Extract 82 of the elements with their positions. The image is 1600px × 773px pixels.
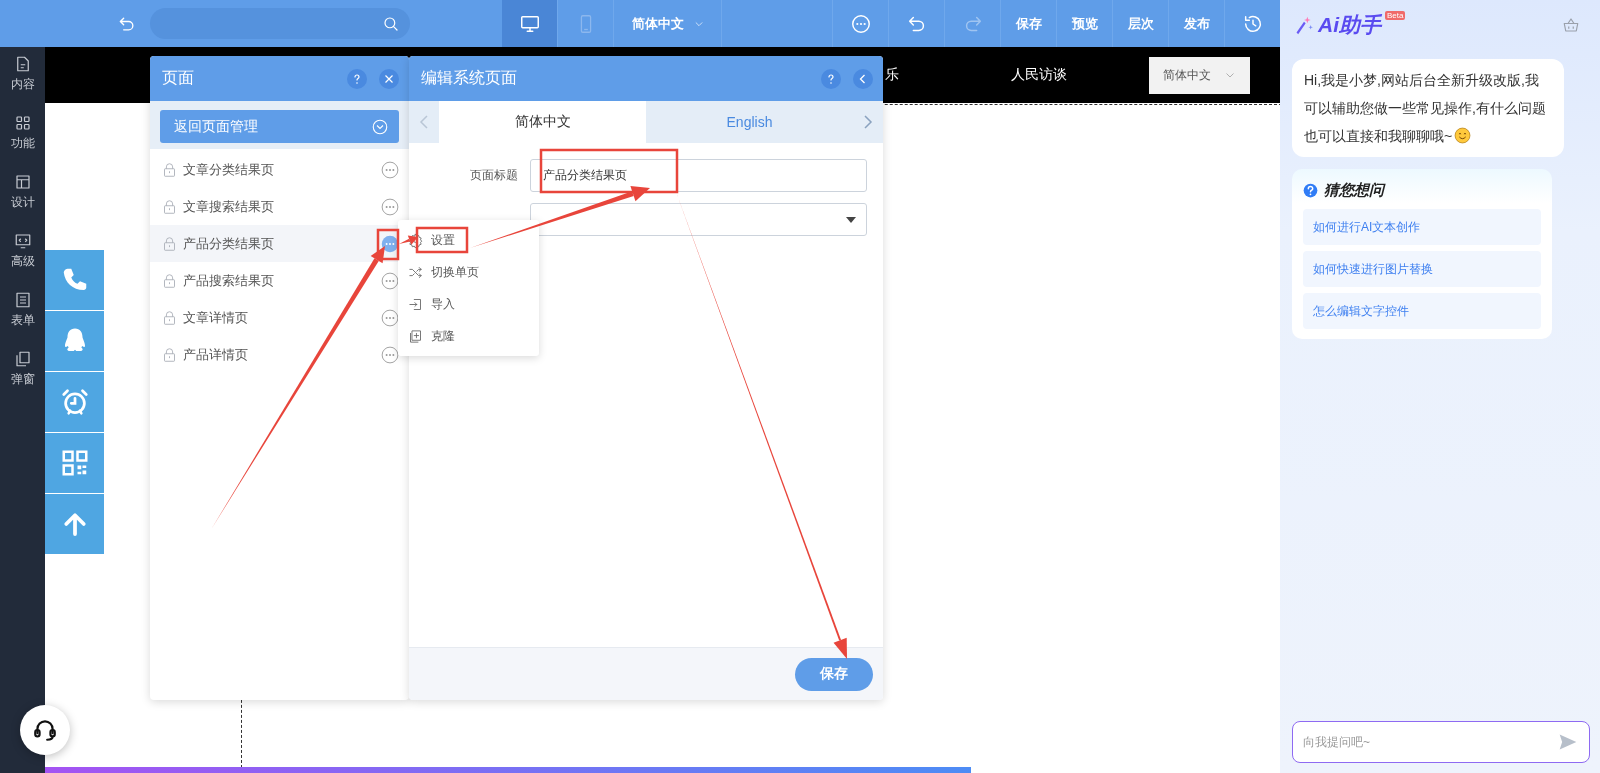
suggestion-item[interactable]: 如何快速进行图片替换 (1303, 251, 1541, 287)
help-button[interactable] (821, 68, 841, 89)
float-button[interactable] (45, 311, 104, 371)
more-icon (381, 197, 399, 216)
import-icon (408, 296, 423, 312)
lock-icon (162, 309, 177, 326)
language-tab[interactable]: 简体中文 (439, 101, 646, 143)
more-button[interactable] (381, 234, 399, 253)
suggestion-item[interactable]: 怎么编辑文字控件 (1303, 293, 1541, 329)
sidebar-item[interactable]: 高级 (0, 232, 45, 270)
more-icon (381, 160, 399, 179)
sidebar-item[interactable]: 功能 (0, 114, 45, 152)
question-icon (825, 72, 837, 85)
more-button[interactable] (381, 271, 399, 290)
panel-title: 页面 (162, 68, 195, 88)
float-button[interactable] (45, 372, 104, 432)
more-icon (381, 308, 399, 327)
float-button[interactable] (45, 250, 104, 310)
nav-link[interactable]: 乐 (885, 66, 899, 84)
sidebar-item[interactable]: 内容 (0, 55, 45, 93)
more-button[interactable] (381, 308, 399, 327)
basket-icon[interactable] (1562, 16, 1580, 34)
float-button[interactable] (45, 433, 104, 493)
suggestion-item[interactable]: 如何进行AI文本创作 (1303, 209, 1541, 245)
more-icon (381, 345, 399, 364)
lock-icon (162, 272, 177, 289)
more-button[interactable] (381, 345, 399, 364)
field-label: 页面标题 (469, 167, 518, 184)
more-button[interactable] (381, 160, 399, 179)
page-list-item[interactable]: 文章分类结果页 (150, 151, 409, 188)
collapse-button[interactable] (853, 68, 873, 89)
search-field[interactable] (150, 8, 410, 39)
nav-link[interactable]: 人民访谈 (1011, 66, 1067, 84)
close-icon (383, 72, 395, 85)
close-button[interactable] (379, 68, 399, 89)
annotation-arrow (399, 235, 418, 245)
site-language-dropdown[interactable]: 简体中文 (1149, 56, 1250, 94)
grid-icon (13, 114, 32, 132)
panel-title: 编辑系统页面 (421, 68, 518, 88)
shuffle-icon (408, 264, 423, 280)
sparkle-icon (1294, 15, 1314, 35)
sidebar-item[interactable]: 表单 (0, 291, 45, 329)
help-button[interactable] (347, 68, 367, 89)
chevron-circle-icon (371, 117, 389, 136)
send-icon[interactable] (1558, 732, 1578, 752)
float-button[interactable] (45, 494, 104, 554)
text-field[interactable]: 产品分类结果页 (530, 159, 867, 192)
code-monitor-icon (13, 232, 32, 250)
more-icon (381, 271, 399, 290)
layout-icon (13, 173, 32, 191)
menu-item[interactable]: 导入 (398, 288, 539, 320)
list-icon (13, 291, 32, 309)
more-button[interactable] (381, 197, 399, 216)
chat-message: Hi,我是小梦,网站后台全新升级改版,我可以辅助您做一些常见操作,有什么问题也可以直接和我聊聊哦~ (1292, 59, 1564, 157)
clone-icon (408, 328, 423, 344)
lock-icon (162, 161, 177, 178)
question-icon (351, 72, 363, 85)
sidebar-item[interactable]: 设计 (0, 173, 45, 211)
chevron-left-icon (419, 115, 429, 129)
chat-input[interactable]: 向我提问吧~ (1292, 721, 1590, 763)
highlight-box (376, 228, 400, 261)
smiley-icon (1454, 127, 1472, 144)
search-icon[interactable] (382, 14, 400, 33)
desktop-view-tab[interactable] (502, 0, 558, 47)
assistant-title: Ai助手 (1318, 12, 1381, 38)
select-field[interactable] (530, 203, 867, 236)
headset-icon (32, 717, 58, 743)
more-icon (381, 234, 399, 253)
question-icon (1303, 183, 1318, 198)
alarm-clock-icon (59, 387, 90, 417)
lock-icon (162, 198, 177, 215)
chevron-right-icon (863, 115, 873, 129)
page-list-item[interactable]: 文章搜索结果页 (150, 188, 409, 225)
highlight-box (415, 226, 469, 254)
lock-icon (162, 235, 177, 252)
beta-badge: Beta (1385, 11, 1406, 20)
menu-item[interactable]: 克隆 (398, 320, 539, 352)
layers-icon (13, 350, 32, 368)
caret-down-icon (846, 216, 856, 223)
sidebar-item[interactable]: 弹窗 (0, 350, 45, 388)
lock-icon (162, 346, 177, 363)
suggestions-title: 猜您想问 (1324, 181, 1384, 200)
